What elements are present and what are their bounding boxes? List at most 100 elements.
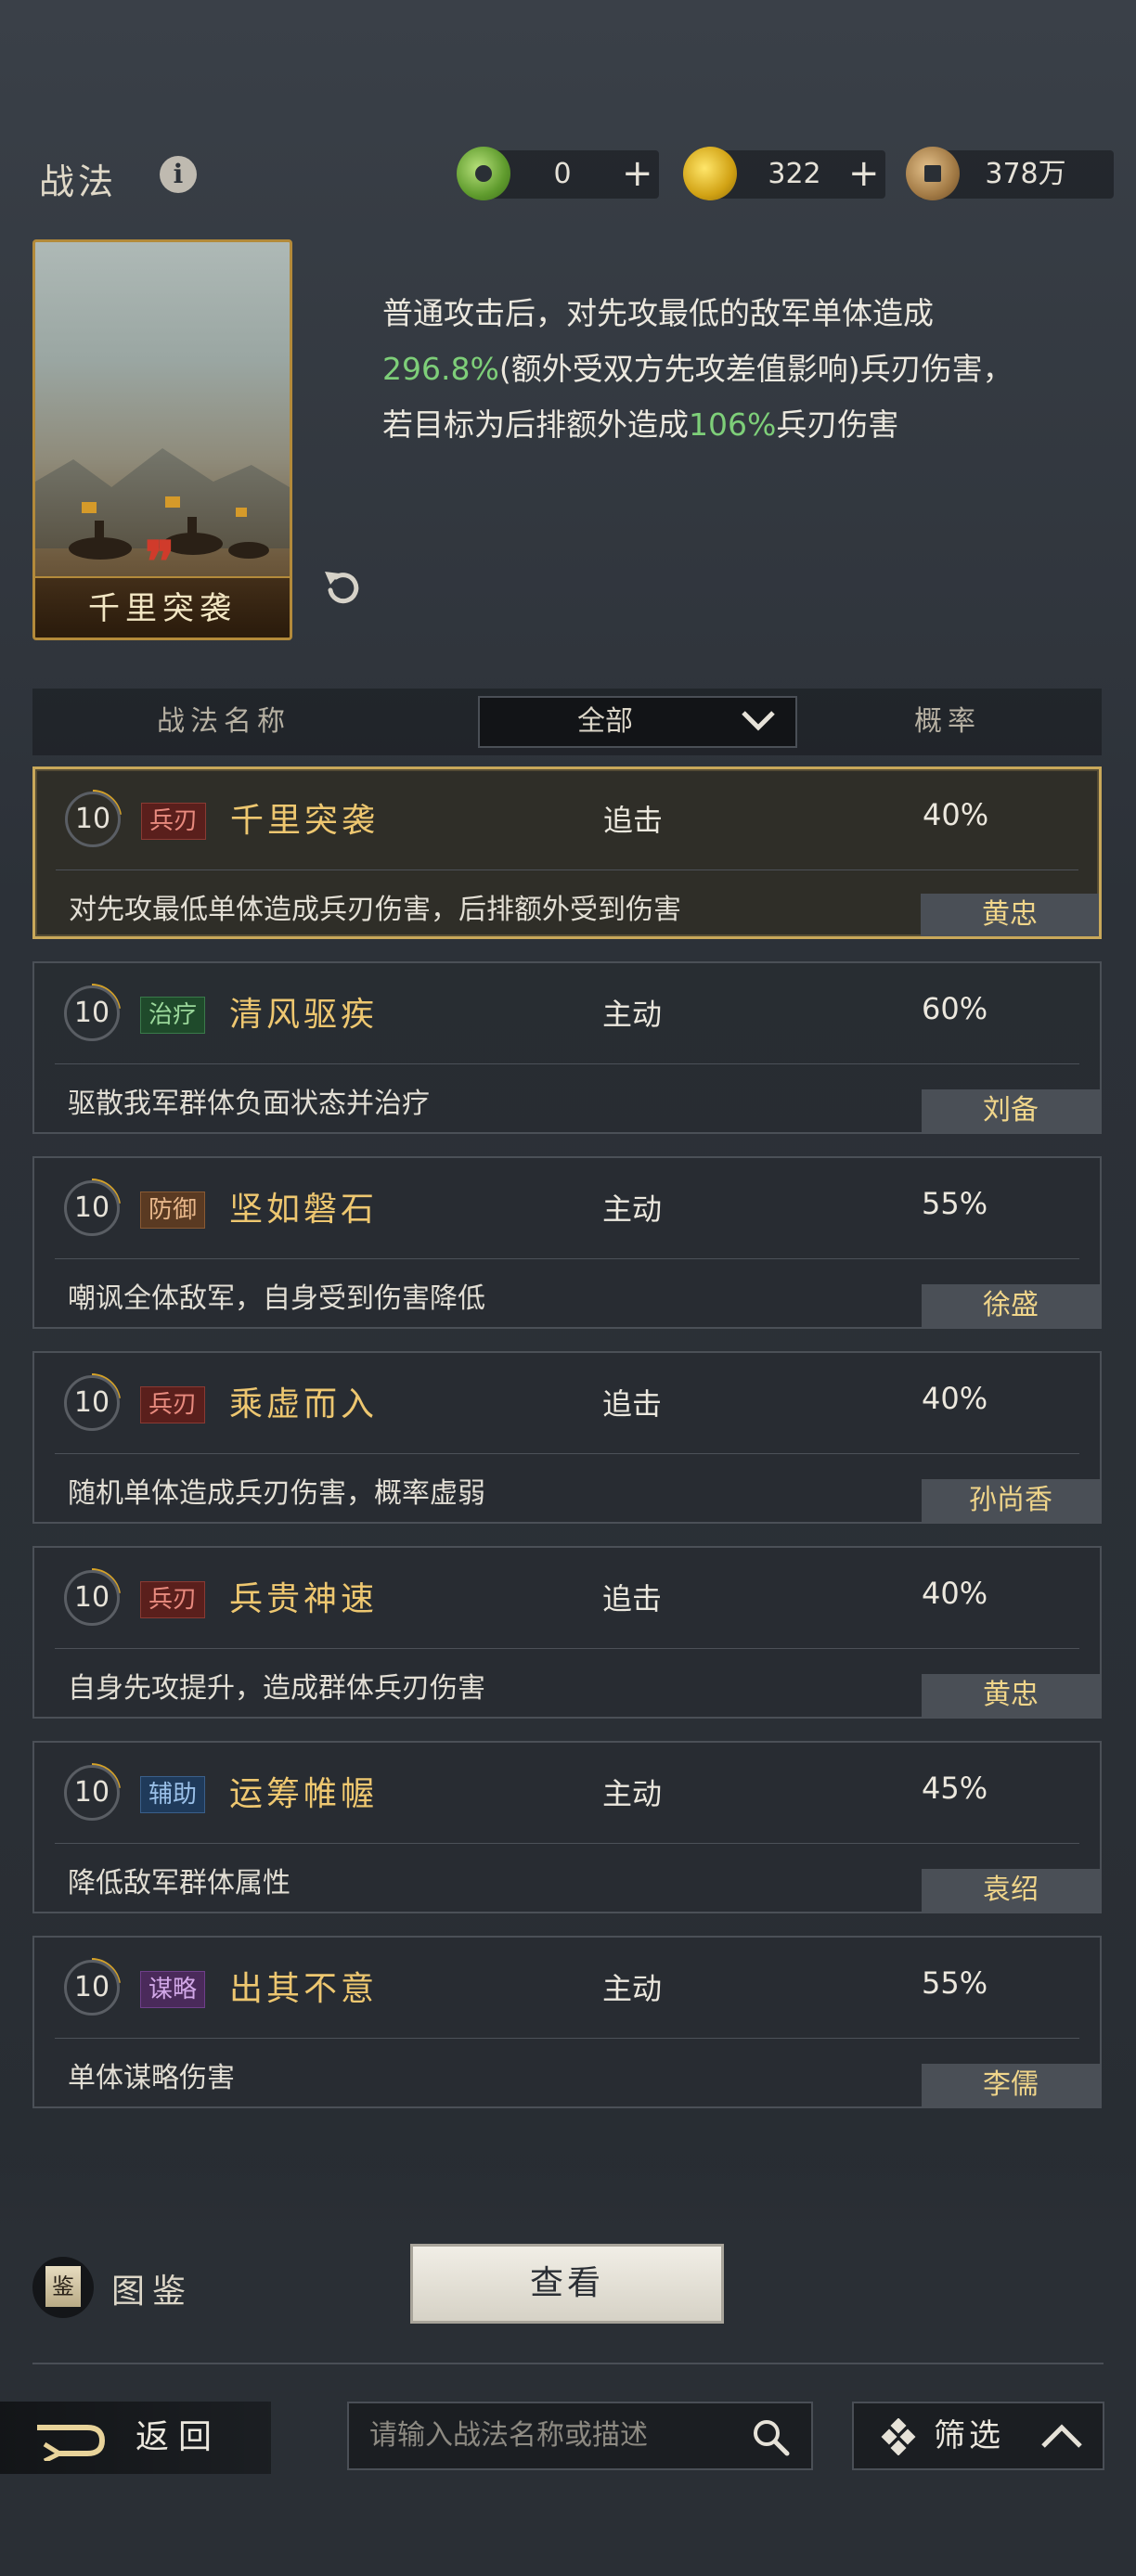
skill-level: 10: [64, 985, 120, 1041]
skill-category-tag: 兵刃: [141, 803, 207, 840]
skill-level: 10: [64, 1570, 120, 1626]
skill-row[interactable]: 10 治疗 清风驱疾 主动 60% 驱散我军群体负面状态并治疗 刘备: [32, 961, 1102, 1134]
skill-effect: 随机单体造成兵刃伤害，概率虚弱: [68, 1477, 485, 1510]
row-divider: [55, 1648, 1079, 1649]
hero-badge: 刘备: [922, 1089, 1100, 1132]
hero-badge: 徐盛: [922, 1284, 1100, 1327]
copper-coin-icon: [906, 147, 960, 200]
currency-copper: 378万: [906, 147, 1114, 200]
atlas-icon[interactable]: 鉴: [32, 2257, 94, 2318]
description-text: 普通攻击后，对先攻最低的敌军单体造成: [382, 295, 934, 331]
back-button[interactable]: 返回: [0, 2402, 271, 2474]
skill-type: 追击: [603, 803, 664, 838]
skill-row[interactable]: 10 兵刃 乘虚而入 追击 40% 随机单体造成兵刃伤害，概率虚弱 孙尚香: [32, 1351, 1102, 1524]
skill-rate: 60%: [922, 991, 988, 1026]
skill-row[interactable]: 10 谋略 出其不意 主动 55% 单体谋略伤害 李儒: [32, 1936, 1102, 2108]
skill-rate: 40%: [922, 1381, 988, 1416]
currency-copper-value: 378万: [985, 158, 1066, 190]
search-input[interactable]: 请输入战法名称或描述: [347, 2402, 813, 2470]
skill-category-tag: 兵刃: [140, 1581, 206, 1618]
skill-effect: 降低敌军群体属性: [68, 1867, 290, 1900]
chevron-up-icon[interactable]: [1039, 2422, 1084, 2452]
skill-level: 10: [64, 1180, 120, 1236]
skill-list[interactable]: 10 兵刃 千里突袭 追击 40% 对先攻最低单体造成兵刃伤害，后排额外受到伤害 黄忠 10 治…: [32, 766, 1102, 2168]
skill-effect: 驱散我军群体负面状态并治疗: [68, 1088, 430, 1120]
filter-icon: [881, 2418, 916, 2455]
card-name: 千里突袭: [88, 590, 237, 627]
skill-level: 10: [65, 792, 121, 847]
add-jade-button[interactable]: +: [622, 150, 653, 199]
currency-gold-value: 322: [768, 158, 821, 190]
skill-row[interactable]: 10 兵刃 兵贵神速 追击 40% 自身先攻提升，造成群体兵刃伤害 黄忠: [32, 1546, 1102, 1719]
skill-rate: 55%: [922, 1186, 988, 1221]
skill-level: 10: [64, 1960, 120, 2016]
hero-badge: 孙尚香: [922, 1479, 1100, 1522]
skill-type: 主动: [602, 997, 663, 1032]
back-arrow-icon: [37, 2425, 106, 2461]
skill-rate: 40%: [922, 1576, 988, 1611]
atlas-button[interactable]: 图鉴: [111, 2264, 193, 2312]
skill-name: 坚如磐石: [229, 1191, 379, 1229]
row-divider: [55, 1258, 1079, 1259]
info-icon[interactable]: i: [160, 156, 197, 193]
skill-rate: 45%: [922, 1771, 988, 1806]
currency-gold: 322 +: [683, 147, 885, 200]
row-divider: [55, 2038, 1079, 2039]
hero-badge: 袁绍: [922, 1869, 1100, 1912]
skill-name: 运筹帷幄: [229, 1775, 379, 1813]
divider: [32, 2363, 1104, 2364]
skill-rate: 40%: [923, 797, 989, 832]
skill-type: 追击: [602, 1386, 663, 1422]
search-icon[interactable]: [750, 2416, 791, 2457]
skill-row[interactable]: 10 兵刃 千里突袭 追击 40% 对先攻最低单体造成兵刃伤害，后排额外受到伤害 黄忠: [32, 766, 1102, 939]
gold-coin-icon: [683, 147, 737, 200]
skill-type: 主动: [602, 1971, 663, 2006]
category-filter-value: 全部: [577, 705, 633, 738]
row-divider: [56, 869, 1078, 870]
skill-category-tag: 防御: [140, 1191, 206, 1229]
row-divider: [55, 1063, 1079, 1064]
row-divider: [55, 1843, 1079, 1844]
skill-level: 10: [64, 1375, 120, 1431]
column-rate: 概率: [914, 705, 981, 738]
skill-row[interactable]: 10 辅助 运筹帷幄 主动 45% 降低敌军群体属性 袁绍: [32, 1741, 1102, 1913]
currency-jade: 0 +: [457, 147, 659, 200]
skill-type: 追击: [602, 1581, 663, 1616]
back-label: 返回: [136, 2418, 222, 2456]
skill-effect: 对先攻最低单体造成兵刃伤害，后排额外受到伤害: [69, 894, 681, 926]
skill-name: 出其不意: [229, 1970, 379, 2008]
skill-category-tag: 治疗: [140, 997, 206, 1034]
description-text: 兵刃伤害: [776, 406, 899, 443]
column-skill-name: 战法名称: [157, 705, 290, 738]
skill-name: 兵贵神速: [229, 1580, 379, 1618]
chevron-down-icon: [742, 711, 775, 731]
bottom-panel: [0, 2168, 1136, 2576]
skill-category-tag: 谋略: [140, 1971, 206, 2008]
view-button[interactable]: 查看: [410, 2244, 724, 2324]
skill-level: 10: [64, 1765, 120, 1821]
hero-badge: 黄忠: [921, 894, 1099, 936]
description-highlight: 296.8%: [382, 351, 499, 387]
add-gold-button[interactable]: +: [848, 150, 880, 199]
hero-badge: 李儒: [922, 2064, 1100, 2106]
skill-rate: 55%: [922, 1965, 988, 2001]
skill-row[interactable]: 10 防御 坚如磐石 主动 55% 嘲讽全体敌军，自身受到伤害降低 徐盛: [32, 1156, 1102, 1329]
skill-type: 主动: [602, 1776, 663, 1811]
skill-name: 清风驱疾: [229, 996, 379, 1034]
skill-name: 乘虚而入: [229, 1385, 379, 1423]
list-header: 战法名称 全部 概率: [32, 689, 1102, 755]
skill-name: 千里突袭: [230, 802, 380, 840]
filter-button[interactable]: 筛选: [852, 2402, 1104, 2470]
category-filter-dropdown[interactable]: 全部: [478, 696, 797, 748]
skill-category-tag: 兵刃: [140, 1386, 206, 1423]
skill-description: 普通攻击后，对先攻最低的敌军单体造成296.8%(额外受双方先攻差值影响)兵刃伤…: [382, 286, 1013, 453]
page-title: 战法: [39, 161, 118, 202]
skill-effect: 自身先攻提升，造成群体兵刃伤害: [68, 1672, 485, 1705]
skill-card-art[interactable]: ❞ 千里突袭: [32, 239, 292, 640]
refresh-icon[interactable]: [319, 564, 366, 611]
skill-effect: 单体谋略伤害: [68, 2062, 235, 2094]
skill-effect: 嘲讽全体敌军，自身受到伤害降低: [68, 1282, 485, 1315]
currency-jade-value: 0: [553, 158, 572, 190]
search-placeholder: 请输入战法名称或描述: [369, 2419, 648, 2452]
hero-badge: 黄忠: [922, 1674, 1100, 1717]
